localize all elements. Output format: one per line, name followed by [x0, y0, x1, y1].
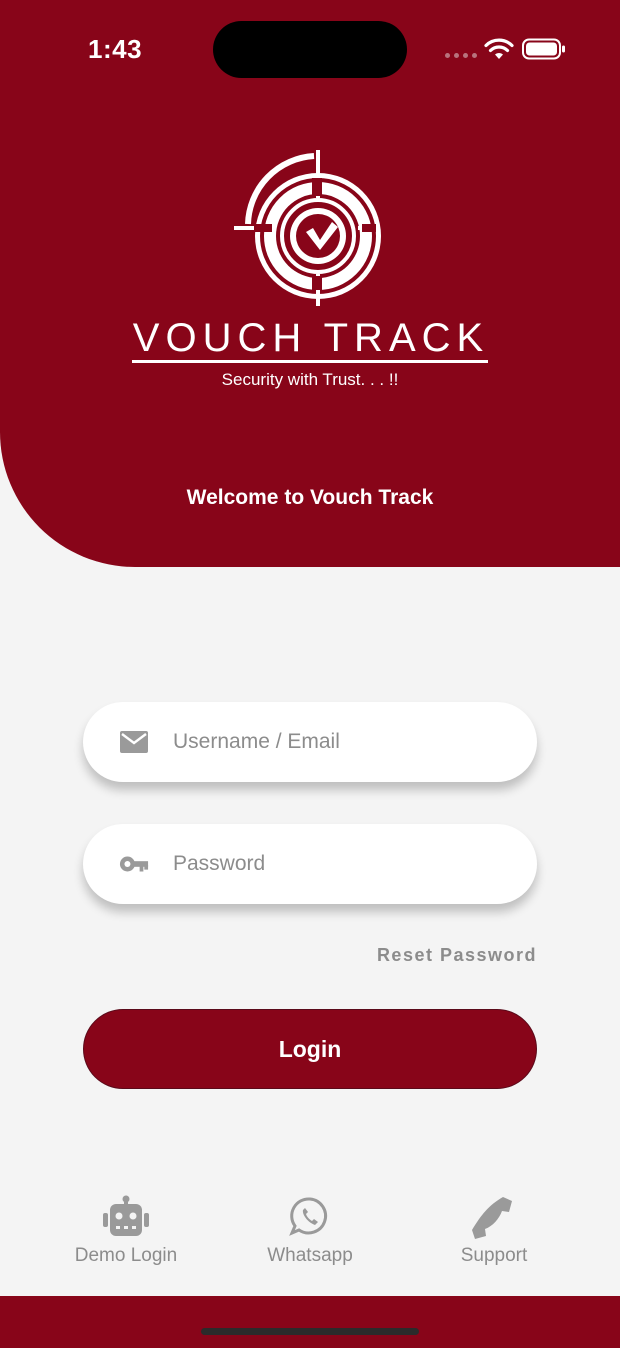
demo-login-label: Demo Login: [74, 1245, 178, 1266]
login-screen: 1:43 VOUCH TRACK Security with Trust. . …: [0, 0, 620, 1348]
phone-icon: [472, 1197, 512, 1239]
header-banner: 1:43 VOUCH TRACK Security with Trust. . …: [0, 0, 620, 567]
envelope-icon: [120, 731, 148, 753]
password-field[interactable]: [83, 824, 537, 904]
whatsapp-icon: [289, 1197, 328, 1236]
demo-login-button[interactable]: Demo Login: [46, 1195, 206, 1267]
login-button[interactable]: Login: [83, 1009, 537, 1089]
brand-underline: [132, 360, 488, 363]
robot-icon: [103, 1195, 149, 1236]
home-indicator[interactable]: [201, 1328, 419, 1335]
status-bar: 1:43: [0, 0, 620, 100]
wifi-icon: [484, 38, 514, 59]
brand-tagline: Security with Trust. . . !!: [221, 370, 399, 389]
reset-password-link[interactable]: Reset Password: [336, 945, 537, 966]
cellular-signal-icon: [445, 53, 477, 59]
status-time: 1:43: [88, 34, 143, 64]
password-input[interactable]: [173, 844, 513, 884]
username-input[interactable]: [173, 722, 513, 762]
battery-icon: [522, 38, 565, 60]
bottom-bar: [0, 1296, 620, 1348]
support-label: Support: [460, 1245, 528, 1266]
key-icon: [119, 856, 149, 872]
crosshair-check-logo: [234, 150, 381, 306]
welcome-heading: Welcome to Vouch Track: [186, 486, 434, 509]
brand-title: VOUCH TRACK: [132, 316, 490, 360]
support-button[interactable]: Support: [414, 1195, 574, 1267]
dynamic-island: [213, 21, 407, 78]
whatsapp-button[interactable]: Whatsapp: [230, 1195, 390, 1267]
whatsapp-label: Whatsapp: [267, 1245, 353, 1266]
username-field[interactable]: [83, 702, 537, 782]
